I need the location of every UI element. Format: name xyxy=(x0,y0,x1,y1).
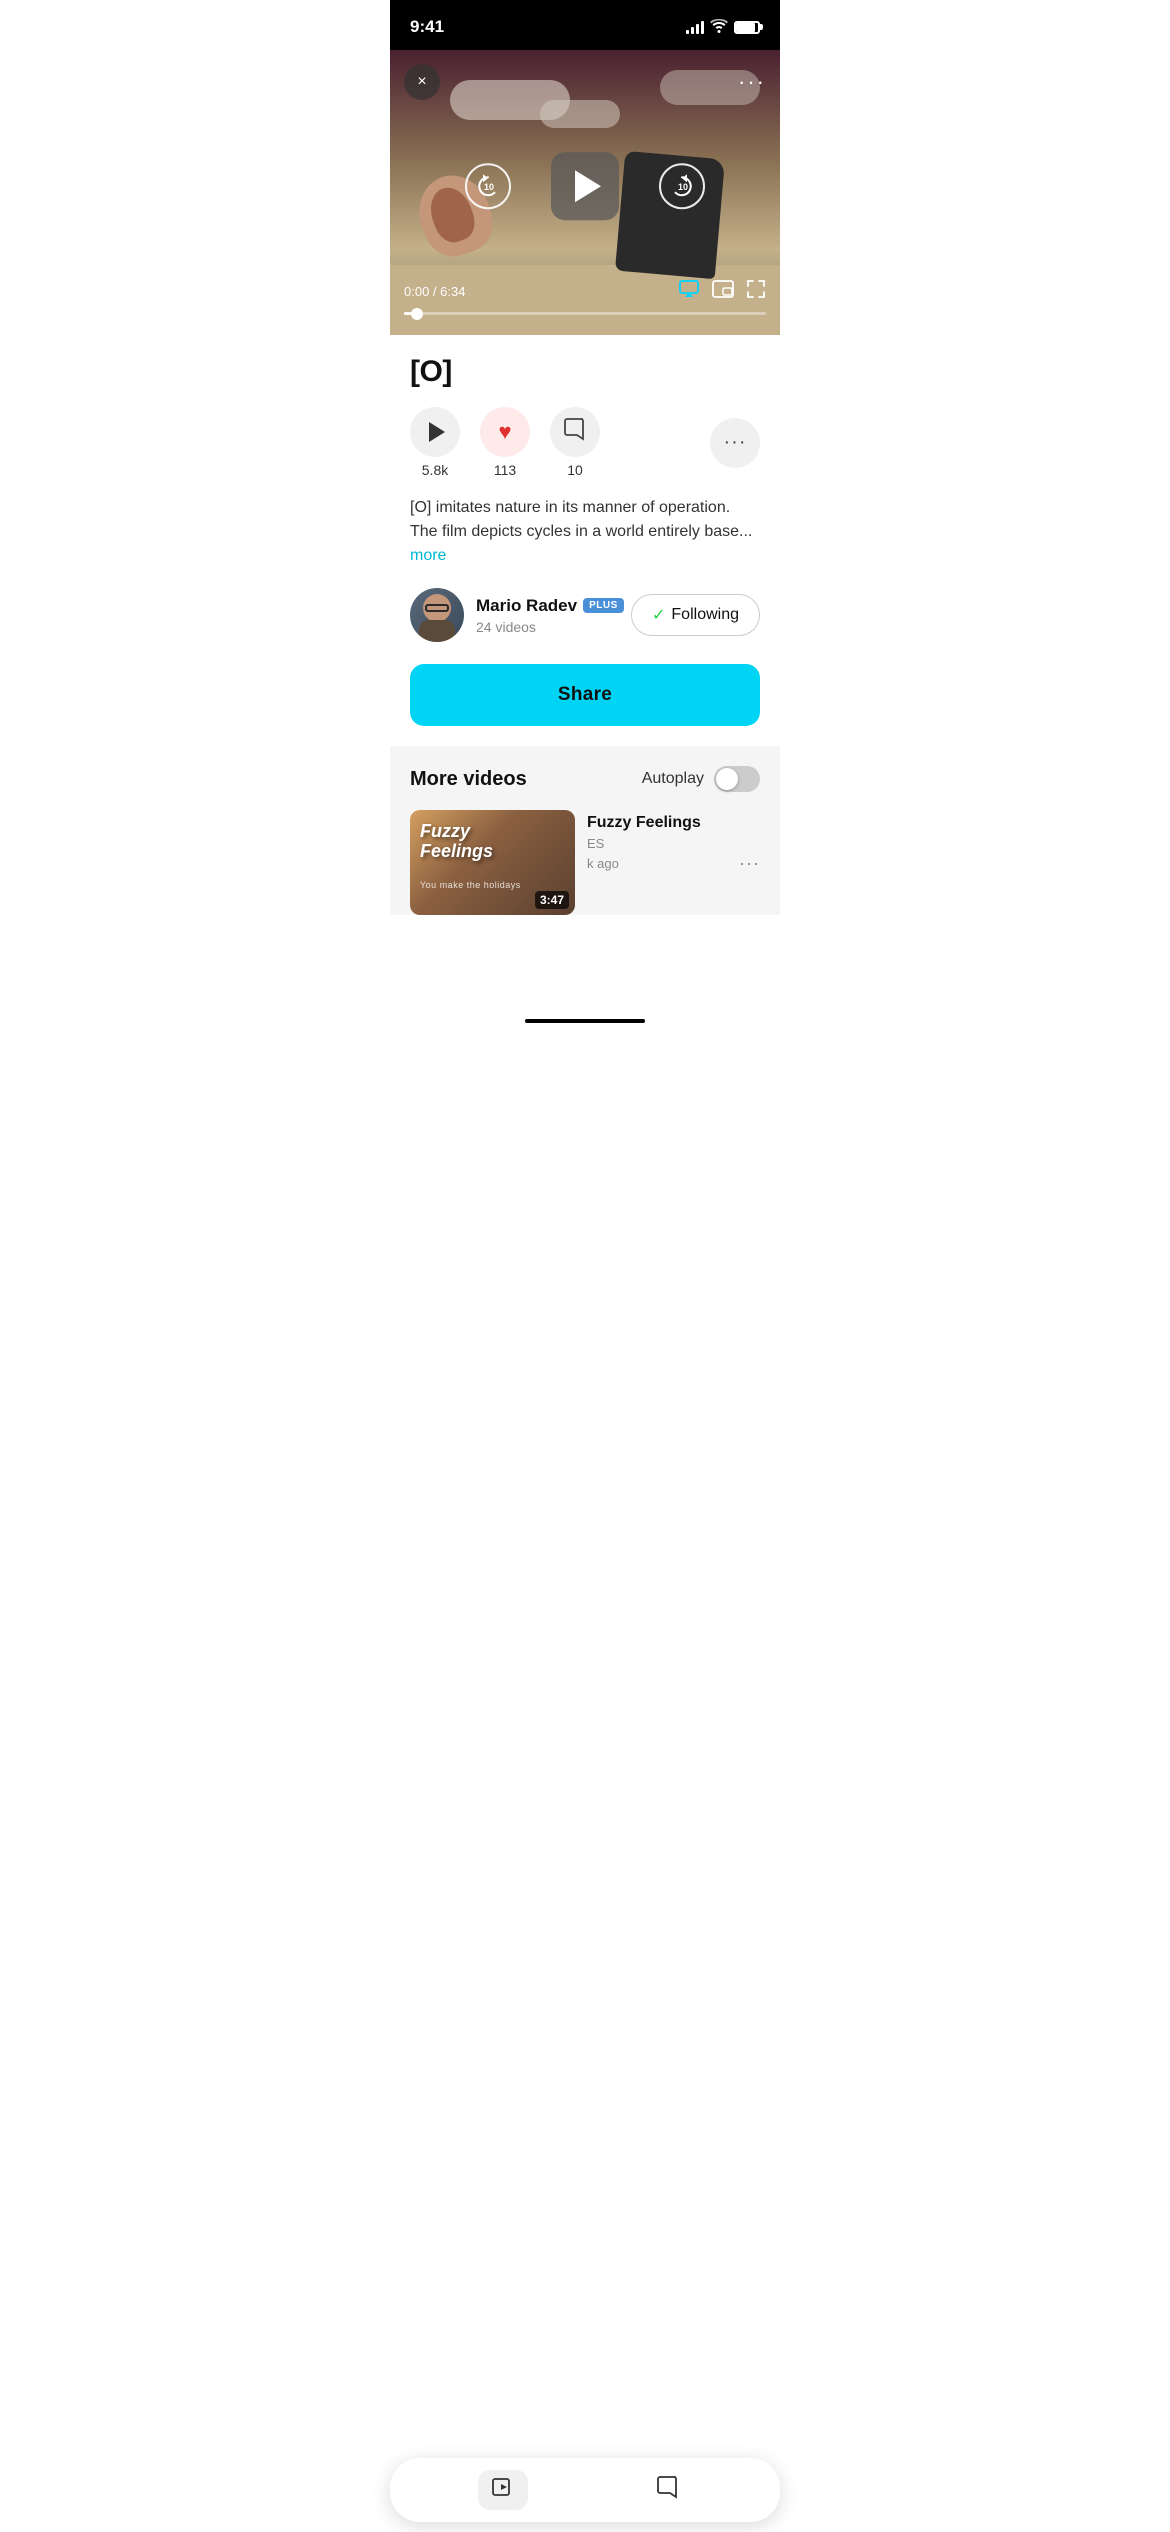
autoplay-label: Autoplay xyxy=(642,770,704,788)
status-icons xyxy=(686,19,760,36)
thumbnail-sub: You make the holidays xyxy=(420,880,521,890)
creator-info-left: Mario Radev PLUS 24 videos xyxy=(410,588,624,642)
progress-fill xyxy=(404,312,411,315)
more-videos-header: More videos Autoplay xyxy=(410,766,760,792)
more-options-button[interactable]: ··· xyxy=(710,418,760,468)
video-card-meta: k ago ··· xyxy=(587,853,760,874)
toggle-thumb xyxy=(716,768,738,790)
video-thumbnail: FuzzyFeelings You make the holidays 3:47 xyxy=(410,810,575,915)
avatar-body xyxy=(419,620,455,642)
more-videos-title: More videos xyxy=(410,768,527,791)
following-label: Following xyxy=(671,606,739,624)
bottom-tab-bar xyxy=(390,2458,780,2522)
creator-name: Mario Radev xyxy=(476,596,577,616)
svg-text:10: 10 xyxy=(678,182,688,192)
following-button[interactable]: ✓ Following xyxy=(631,594,760,636)
like-count: 113 xyxy=(494,462,516,478)
video-card-time: k ago xyxy=(587,856,619,871)
comment-count: 10 xyxy=(567,462,583,478)
creator-details: Mario Radev PLUS 24 videos xyxy=(476,596,624,635)
tab-video[interactable] xyxy=(478,2470,528,2510)
play-count: 5.8k xyxy=(422,462,448,478)
wifi-icon xyxy=(710,19,728,36)
heart-icon: ♥ xyxy=(498,419,511,445)
video-card-more-button[interactable]: ··· xyxy=(739,853,760,874)
video-player[interactable]: × ··· 10 10 xyxy=(390,50,780,335)
plus-badge: PLUS xyxy=(583,598,624,613)
tab-comment[interactable] xyxy=(643,2470,693,2510)
skip-forward-button[interactable]: 10 xyxy=(659,163,705,209)
battery-icon xyxy=(734,21,760,34)
like-icon-wrap: ♥ xyxy=(480,407,530,457)
creator-video-count: 24 videos xyxy=(476,619,624,635)
video-tab-icon xyxy=(491,2475,515,2505)
home-indicator xyxy=(525,1019,645,1023)
autoplay-toggle[interactable] xyxy=(714,766,760,792)
like-item[interactable]: ♥ 113 xyxy=(480,407,530,478)
video-duration: 3:47 xyxy=(535,891,569,909)
creator-row: Mario Radev PLUS 24 videos ✓ Following xyxy=(410,588,760,642)
play-icon-wrap xyxy=(410,407,460,457)
video-top-controls: × ··· xyxy=(404,64,766,100)
video-more-button[interactable]: ··· xyxy=(738,69,766,95)
video-bottom-controls: 0:00 / 6:34 xyxy=(404,279,766,315)
thumbnail-text: FuzzyFeelings xyxy=(420,822,493,862)
video-timestamp: 0:00 / 6:34 xyxy=(404,284,465,299)
creator-avatar[interactable] xyxy=(410,588,464,642)
skip-forward-circle: 10 xyxy=(659,163,705,209)
video-card-info: Fuzzy Feelings ES k ago ··· xyxy=(587,810,760,874)
close-button[interactable]: × xyxy=(404,64,440,100)
signal-icon xyxy=(686,20,704,34)
video-center-controls: 10 10 xyxy=(465,152,705,220)
progress-bar[interactable] xyxy=(404,312,766,315)
cloud-decoration xyxy=(540,100,620,128)
play-icon xyxy=(575,170,601,202)
comment-icon-wrap xyxy=(550,407,600,457)
video-right-icons xyxy=(678,279,766,304)
play-count-item[interactable]: 5.8k xyxy=(410,407,460,478)
video-time-row: 0:00 / 6:34 xyxy=(404,279,766,304)
comment-item[interactable]: 10 xyxy=(550,407,600,478)
comment-tab-icon xyxy=(656,2475,680,2505)
read-more-link[interactable]: more xyxy=(410,547,446,564)
status-bar: 9:41 xyxy=(390,0,780,50)
skip-back-circle: 10 xyxy=(465,163,511,209)
svg-text:10: 10 xyxy=(484,182,494,192)
video-card-title: Fuzzy Feelings xyxy=(587,814,760,832)
autoplay-row: Autoplay xyxy=(642,766,760,792)
video-title: [O] xyxy=(410,355,760,389)
progress-thumb[interactable] xyxy=(411,308,423,320)
content-area: [O] 5.8k ♥ 113 10 ··· xyxy=(390,335,780,642)
more-videos-section: More videos Autoplay FuzzyFeelings You m… xyxy=(390,746,780,915)
video-card[interactable]: FuzzyFeelings You make the holidays 3:47… xyxy=(410,810,760,915)
share-section: Share xyxy=(390,664,780,746)
pip-icon[interactable] xyxy=(712,280,734,303)
airplay-icon[interactable] xyxy=(678,280,700,303)
avatar-glasses xyxy=(425,604,449,612)
play-button[interactable] xyxy=(551,152,619,220)
creator-name-row: Mario Radev PLUS xyxy=(476,596,624,616)
play-count-icon xyxy=(429,422,445,442)
check-icon: ✓ xyxy=(652,605,665,625)
skip-back-button[interactable]: 10 xyxy=(465,163,511,209)
share-button[interactable]: Share xyxy=(410,664,760,726)
fullscreen-icon[interactable] xyxy=(746,279,766,304)
action-row: 5.8k ♥ 113 10 ··· xyxy=(410,407,760,478)
status-time: 9:41 xyxy=(410,17,444,37)
video-description: [O] imitates nature in its manner of ope… xyxy=(410,496,760,568)
comment-icon xyxy=(563,417,587,447)
video-card-subtext: ES xyxy=(587,836,760,851)
